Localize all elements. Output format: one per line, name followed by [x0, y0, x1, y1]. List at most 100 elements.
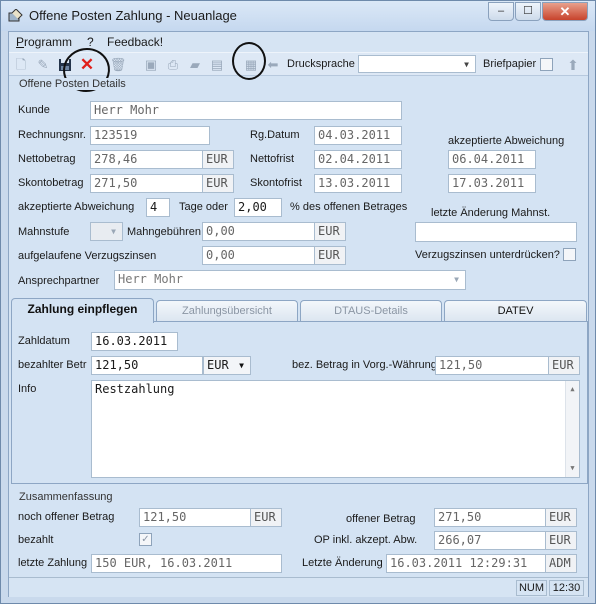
noch-label: noch offener Betrag [18, 511, 115, 523]
nettofrist-field[interactable]: 02.04.2011 [314, 150, 402, 169]
summary-group-title: Zusammenfassung [18, 491, 114, 503]
letzte-zahlung-label: letzte Zahlung [18, 557, 88, 569]
close-button[interactable]: ✕ [542, 2, 588, 21]
info-label: Info [18, 383, 37, 395]
vorg-label: bez. Betrag in Vorg.-Währung [292, 359, 437, 371]
minimize-button[interactable]: – [488, 2, 514, 21]
kunde-field[interactable]: Herr Mohr [90, 101, 402, 120]
verzug-label: aufgelaufene Verzugszinsen [18, 250, 157, 262]
rgdatum-field[interactable]: 04.03.2011 [314, 126, 402, 145]
currency-select[interactable]: EUR ▼ [203, 356, 251, 375]
noch-field[interactable]: 121,50 [139, 508, 251, 527]
akz-abw-label: akzeptierte Abweichung [448, 135, 565, 147]
scroll-down-icon[interactable]: ▼ [566, 460, 579, 477]
toolbar: 🗋 ✎ ✕ 🗑 ▣ ⎙ ▰ ▤ ▦ ⬅ Drucksprache ▼ Brief… [9, 52, 588, 76]
bezahlt-checkbox[interactable]: ✓ [139, 533, 152, 546]
brief-label: Briefpapier [483, 58, 537, 70]
akz-tage-field[interactable]: 4 [146, 198, 170, 217]
card-icon[interactable]: ▤ [209, 57, 225, 73]
details-group-title: Offene Posten Details [18, 78, 127, 90]
chevron-down-icon: ▼ [464, 60, 469, 69]
info-scrollbar[interactable]: ▲ ▼ [565, 381, 579, 477]
letzte-mahn-field[interactable] [415, 222, 577, 242]
status-num: NUM [516, 580, 547, 596]
mahngeb-label: Mahngebühren [127, 226, 202, 238]
save-icon[interactable] [57, 57, 73, 73]
arrow-left-icon[interactable]: ⬅ [265, 57, 281, 73]
verzug-unit: EUR [314, 246, 346, 265]
ansprech-select[interactable]: Herr Mohr ▼ [114, 270, 466, 290]
tab-zahlung-einpflegen[interactable]: Zahlung einpflegen [11, 298, 154, 323]
info-textarea[interactable]: Restzahlung ▲ ▼ [91, 380, 580, 478]
chevron-down-icon: ▼ [454, 275, 459, 284]
op-label: OP inkl. akzept. Abw. [314, 534, 418, 546]
chevron-down-icon: ▼ [239, 361, 244, 370]
mahngeb-field[interactable]: 0,00 [202, 222, 315, 241]
menu-help[interactable]: ? [87, 35, 94, 49]
new-document-icon[interactable]: 🗋 [13, 57, 29, 73]
rechnung-label: Rechnungsnr. [18, 129, 86, 141]
rechnung-field[interactable]: 123519 [90, 126, 210, 145]
minimize-icon: – [497, 5, 505, 17]
tab-zahlungsuebersicht[interactable]: Zahlungsübersicht [156, 300, 298, 322]
skonto-unit: EUR [202, 174, 234, 193]
delete-icon[interactable]: 🗑 [110, 57, 127, 73]
bezahlt-label: bezahlt [18, 534, 54, 546]
skontofrist-field[interactable]: 13.03.2011 [314, 174, 402, 193]
mahnstufe-select[interactable]: ▼ [90, 222, 123, 241]
zahldatum-field[interactable]: 16.03.2011 [91, 332, 178, 351]
edit-pencil-icon[interactable]: ✎ [35, 57, 51, 73]
op-unit: EUR [545, 531, 577, 550]
skonto-field[interactable]: 271,50 [90, 174, 203, 193]
netto-label: Nettobetrag [18, 153, 76, 165]
client-area: Programm ? Feedback! 🗋 ✎ ✕ 🗑 ▣ ⎙ ▰ ▤ ▦ ⬅… [8, 31, 589, 597]
status-message [11, 580, 511, 596]
stamp-icon[interactable]: ▦ [243, 57, 259, 73]
chevron-down-icon: ▼ [111, 227, 116, 236]
zahldatum-label: Zahldatum [18, 335, 70, 347]
pct-label: % des offenen Betrages [290, 201, 408, 213]
verzug-unterdr-checkbox[interactable] [563, 248, 576, 261]
akz-abw-date2[interactable]: 17.03.2011 [448, 174, 536, 193]
tab-dtaus-details[interactable]: DTAUS-Details [300, 300, 442, 322]
akz-pct-field[interactable]: 2,00 [234, 198, 282, 217]
op-field[interactable]: 266,07 [434, 531, 546, 550]
letzte-zahlung-field[interactable]: 150 EUR, 16.03.2011 [91, 554, 282, 573]
skonto-label: Skontobetrag [18, 177, 84, 189]
comment-icon[interactable]: ▰ [187, 57, 203, 73]
window-title: Offene Posten Zahlung - Neuanlage [29, 8, 237, 23]
mahngeb-unit: EUR [314, 222, 346, 241]
brief-checkbox[interactable] [540, 58, 553, 71]
offen-unit: EUR [545, 508, 577, 527]
arrow-up-icon[interactable]: ⬆ [565, 57, 581, 73]
netto-field[interactable]: 278,46 [90, 150, 203, 169]
tab-strip: Zahlung einpflegen Zahlungsübersicht DTA… [11, 298, 588, 323]
netto-unit: EUR [202, 150, 234, 169]
letzte-aenderung-user: ADM [545, 554, 577, 573]
status-bar: NUM 12:30 [9, 577, 588, 597]
maximize-icon: ☐ [523, 5, 533, 17]
menu-feedback[interactable]: Feedback! [107, 35, 163, 49]
cancel-icon[interactable]: ✕ [79, 56, 95, 73]
vorg-unit: EUR [548, 356, 580, 375]
nettofrist-label: Nettofrist [250, 153, 295, 165]
close-icon: ✕ [559, 4, 571, 19]
scroll-up-icon[interactable]: ▲ [566, 381, 579, 398]
betrag-field[interactable]: 121,50 [91, 356, 203, 375]
verzug-field[interactable]: 0,00 [202, 246, 315, 265]
akz-abw-date1[interactable]: 06.04.2011 [448, 150, 536, 169]
rgdatum-label: Rg.Datum [250, 129, 300, 141]
druck-select[interactable]: ▼ [358, 55, 476, 73]
noch-unit: EUR [250, 508, 282, 527]
vorg-field[interactable]: 121,50 [435, 356, 549, 375]
mahnstufe-label: Mahnstufe [18, 226, 70, 238]
app-icon [8, 9, 23, 22]
maximize-button[interactable]: ☐ [515, 2, 541, 21]
tab-datev[interactable]: DATEV [444, 300, 587, 322]
camera-icon[interactable]: ▣ [143, 57, 159, 73]
menu-programm[interactable]: Programm [16, 35, 72, 49]
print-icon[interactable]: ⎙ [165, 57, 181, 73]
letzte-aenderung-field[interactable]: 16.03.2011 12:29:31 [386, 554, 546, 573]
offen-field[interactable]: 271,50 [434, 508, 546, 527]
druck-label: Drucksprache [287, 58, 355, 70]
